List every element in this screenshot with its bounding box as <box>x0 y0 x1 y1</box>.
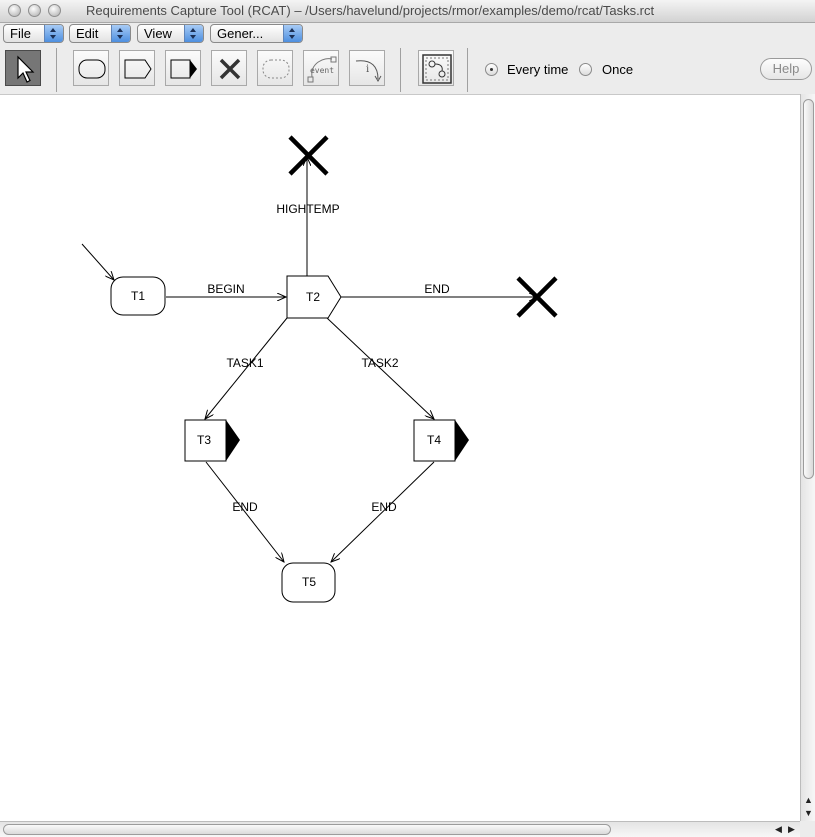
edit-menu[interactable]: Edit <box>69 24 131 43</box>
pentagon-state-tool-button[interactable] <box>119 50 155 86</box>
error-cross-icon <box>219 58 241 80</box>
vertical-scrollbar[interactable]: ▲ ▼ <box>800 94 815 821</box>
pointer-icon <box>17 55 35 83</box>
every-time-label: Every time <box>507 62 569 77</box>
horizontal-scroll-thumb[interactable] <box>3 824 611 835</box>
state-node-t3[interactable]: T3 <box>184 419 240 462</box>
event-icon-text: event <box>310 66 334 75</box>
scrollbar-corner <box>800 821 815 837</box>
generate-menu-label: Gener... <box>217 26 264 41</box>
edge-label-end-t3: END <box>232 500 258 514</box>
pentagon-state-icon <box>124 59 152 79</box>
rounded-state-tool-button[interactable] <box>73 50 109 86</box>
select-tool-button[interactable] <box>5 50 41 86</box>
state-node-t5[interactable]: T5 <box>281 562 336 603</box>
node-label-t3: T3 <box>197 433 211 447</box>
vertical-scroll-thumb[interactable] <box>803 99 814 479</box>
edge-label-task1: TASK1 <box>226 356 263 370</box>
node-label-t4: T4 <box>427 433 441 447</box>
view-menu-label: View <box>144 26 172 41</box>
node-label-t2: T2 <box>306 290 320 304</box>
flag-state-icon <box>170 59 197 79</box>
edge-label-hightemp: HIGHTEMP <box>276 202 339 216</box>
dropdown-arrow-icon <box>184 25 203 42</box>
error-state-tool-button[interactable] <box>211 50 247 86</box>
toolbar-separator <box>400 48 401 92</box>
dashed-state-icon <box>262 59 290 79</box>
edge-label-end-t4: END <box>371 500 397 514</box>
initial-transition-edge[interactable] <box>81 243 114 280</box>
file-menu[interactable]: File <box>3 24 64 43</box>
dropdown-arrow-icon <box>283 25 302 42</box>
node-label-t1: T1 <box>131 289 145 303</box>
edit-menu-label: Edit <box>76 26 99 41</box>
edge-label-end-t2: END <box>424 282 450 296</box>
event-tool-button[interactable]: event <box>303 50 339 86</box>
minimize-window-button[interactable] <box>28 4 41 17</box>
rounded-state-icon <box>78 59 106 79</box>
diagram-canvas[interactable]: BEGIN HIGHTEMP END TASK1 TASK2 END END T… <box>0 94 800 822</box>
window-title-bar: Requirements Capture Tool (RCAT) – /User… <box>0 0 815 23</box>
layout-tool-button[interactable] <box>418 50 454 86</box>
close-window-button[interactable] <box>8 4 21 17</box>
once-label: Once <box>602 62 634 77</box>
file-menu-label: File <box>10 26 31 41</box>
help-button[interactable]: Help <box>760 58 812 80</box>
zoom-window-button[interactable] <box>48 4 61 17</box>
generate-menu[interactable]: Gener... <box>210 24 303 43</box>
layout-icon <box>422 54 452 84</box>
horizontal-scrollbar[interactable]: ◀ ▶ <box>0 821 800 837</box>
menu-bar: File Edit View Gener... <box>0 23 815 45</box>
dropdown-arrow-icon <box>44 25 63 42</box>
dashed-state-tool-button[interactable] <box>257 50 293 86</box>
state-node-t4[interactable]: T4 <box>413 419 469 462</box>
error-state-cross-top[interactable] <box>288 135 329 176</box>
scroll-right-arrow-icon[interactable]: ▶ <box>785 823 798 836</box>
toolbar: event i Every time Once Help <box>0 46 815 94</box>
info-icon-text: i <box>366 64 369 75</box>
node-label-t5: T5 <box>302 575 316 589</box>
info-transition-icon: i <box>355 60 382 82</box>
state-node-t1[interactable]: T1 <box>110 276 166 316</box>
once-radio[interactable] <box>579 63 592 76</box>
view-menu[interactable]: View <box>137 24 204 43</box>
state-node-t2[interactable]: T2 <box>286 275 342 319</box>
edge-label-task2: TASK2 <box>361 356 398 370</box>
scroll-up-arrow-icon[interactable]: ▲ <box>802 794 815 807</box>
scroll-left-arrow-icon[interactable]: ◀ <box>772 823 785 836</box>
dropdown-arrow-icon <box>111 25 130 42</box>
edge-label-begin: BEGIN <box>207 282 244 296</box>
scroll-down-arrow-icon[interactable]: ▼ <box>802 807 815 820</box>
flag-state-tool-button[interactable] <box>165 50 201 86</box>
info-transition-tool-button[interactable]: i <box>349 50 385 86</box>
window-title: Requirements Capture Tool (RCAT) – /User… <box>86 3 655 18</box>
toolbar-separator <box>56 48 57 92</box>
toolbar-separator <box>467 48 468 92</box>
event-icon: event <box>307 56 337 83</box>
every-time-radio[interactable] <box>485 63 498 76</box>
state-diagram[interactable]: BEGIN HIGHTEMP END TASK1 TASK2 END END T… <box>0 95 800 822</box>
